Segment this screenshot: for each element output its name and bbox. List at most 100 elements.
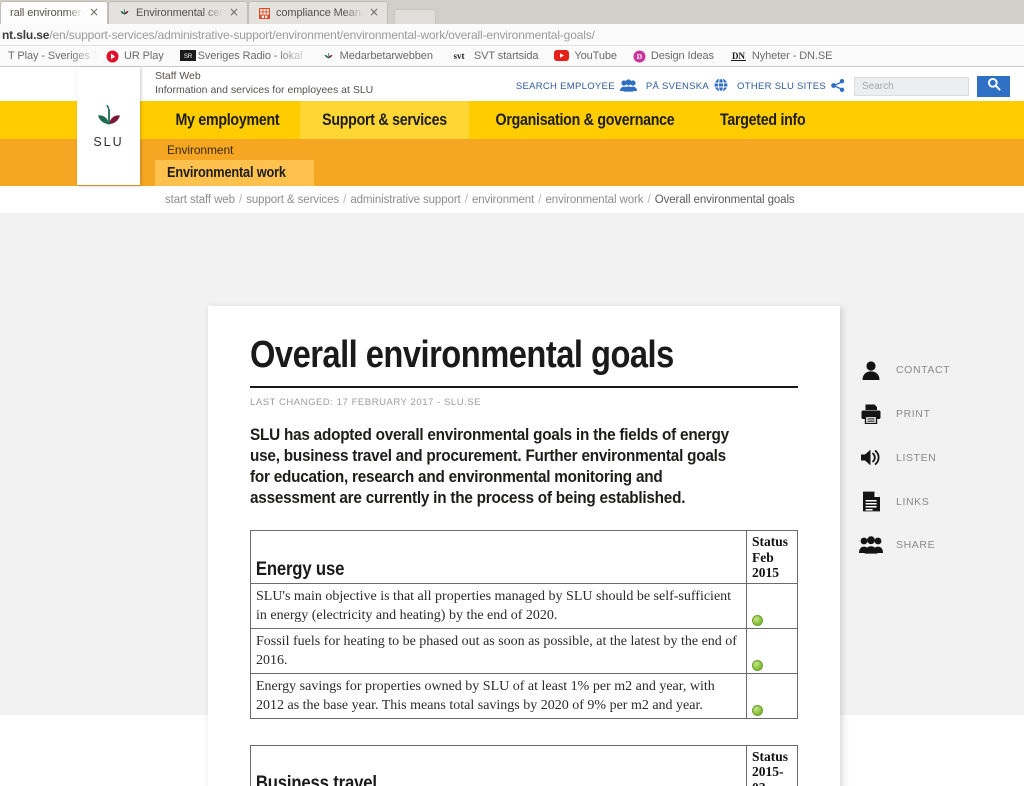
goal-description: Fossil fuels for heating to be phased ou… <box>250 627 747 674</box>
main-nav-item-organisation-governance[interactable]: Organisation & governance <box>469 101 701 139</box>
main-nav-item-my-employment[interactable]: My employment <box>155 101 300 139</box>
person-icon <box>859 360 883 380</box>
main-nav-item-support-services[interactable]: Support & services <box>299 101 469 139</box>
slu-staff-web-page: SLU Staff Web Information and services f… <box>0 67 1024 786</box>
tool-contact[interactable]: CONTACT <box>859 360 950 380</box>
sub-nav-label: Environmental work <box>167 165 286 181</box>
close-icon[interactable]: × <box>368 6 380 19</box>
tool-label: LINKS <box>896 495 930 508</box>
slu-logo[interactable]: SLU <box>77 67 140 185</box>
tool-label: PRINT <box>896 408 931 420</box>
status-cell <box>746 627 798 674</box>
browser-chrome: rall environmental go × Environmental ce… <box>0 0 1024 67</box>
staff-web-branding: Staff Web Information and services for e… <box>155 70 373 97</box>
bookmark-item[interactable]: D Design Ideas <box>625 46 722 66</box>
breadcrumb-separator: / <box>239 193 243 206</box>
main-nav-label: Support & services <box>321 110 447 129</box>
url-path: /en/support-services/administrative-supp… <box>49 27 595 42</box>
bookmark-label: Sveriges Radio - lokal <box>197 50 303 62</box>
breadcrumb-separator: / <box>343 193 347 206</box>
sub-nav-item-environment[interactable]: Environment <box>155 143 245 157</box>
bookmark-label: Design Ideas <box>650 50 714 62</box>
breadcrumb-item-environment[interactable]: environment <box>472 194 534 206</box>
breadcrumb-separator: / <box>538 193 542 206</box>
slu-leaf-icon <box>97 104 120 124</box>
article-intro: SLU has adopted overall environmental go… <box>250 425 729 507</box>
bookmarks-bar: T Play - Sveriges Te UR Play SR Sveriges… <box>0 46 1024 67</box>
tool-listen[interactable]: LISTEN <box>859 448 950 467</box>
table-row: Energy savings for properties owned by S… <box>250 672 798 719</box>
main-nav-item-targeted-info[interactable]: Targeted info <box>701 101 824 139</box>
bookmark-item[interactable]: UR Play <box>98 46 172 66</box>
table-status-header: Status 2015-02 <box>746 744 798 786</box>
slu-logo-text: SLU <box>93 134 124 149</box>
utility-nav-pa-svenska[interactable]: PÅ SVENSKA <box>646 78 728 95</box>
tool-share[interactable]: SHARE <box>859 536 950 554</box>
last-changed-text: LAST CHANGED: 17 FEBRUARY 2017 - SLU.SE <box>250 397 482 408</box>
site-topbar: Staff Web Information and services for e… <box>0 67 1024 101</box>
breadcrumb-separator: / <box>464 193 468 206</box>
slu-leaf-icon <box>118 7 131 20</box>
close-icon[interactable]: × <box>88 6 100 19</box>
svg-text:SR: SR <box>183 54 192 60</box>
main-navigation: My employment Support & services Organis… <box>0 101 1024 139</box>
utility-nav-label: SEARCH EMPLOYEE <box>515 81 615 92</box>
browser-tab-2-title: Environmental certificate <box>136 7 223 19</box>
bookmark-item[interactable]: svt SVT startsida <box>441 46 547 66</box>
url-text: nt.slu.se/en/support-services/administra… <box>2 28 595 42</box>
search-button[interactable] <box>977 76 1010 97</box>
urplay-icon <box>106 50 119 63</box>
bookmark-item[interactable]: T Play - Sveriges Te <box>0 46 104 66</box>
browser-tabstrip: rall environmental go × Environmental ce… <box>0 0 1024 24</box>
table-header-row: Business travel Status 2015-02 <box>250 744 798 786</box>
sub-nav-item-environmental-work[interactable]: Environmental work <box>155 160 314 186</box>
svt-icon: svt <box>449 50 469 63</box>
browser-address-bar[interactable]: nt.slu.se/en/support-services/administra… <box>0 24 1024 46</box>
browser-tab-3[interactable]: compliance Meaning in t × <box>248 1 388 24</box>
youtube-icon <box>554 49 570 63</box>
bookmark-item[interactable]: DN Nyheter - DN.SE <box>722 46 840 66</box>
browser-tab-2[interactable]: Environmental certificate × <box>108 1 248 24</box>
main-nav-label: Organisation & governance <box>495 110 675 129</box>
main-nav-label: Targeted info <box>719 110 806 129</box>
tool-label: CONTACT <box>896 364 951 376</box>
browser-tab-1-title: rall environmental go <box>10 7 83 19</box>
printer-icon <box>859 404 883 424</box>
browser-tab-1[interactable]: rall environmental go × <box>0 1 108 24</box>
bookmark-label: YouTube <box>574 50 617 62</box>
bookmark-item[interactable]: YouTube <box>546 46 625 66</box>
tool-label: SHARE <box>896 539 936 551</box>
bookmark-label: T Play - Sveriges Te <box>8 50 105 62</box>
tool-print[interactable]: PRINT <box>859 404 950 424</box>
tool-links[interactable]: LINKS <box>859 491 950 512</box>
utility-nav-label: PÅ SVENSKA <box>645 81 710 92</box>
status-badge <box>752 704 763 716</box>
close-icon[interactable]: × <box>228 6 240 19</box>
breadcrumb-item-administrative-support[interactable]: administrative support <box>350 194 460 206</box>
table-header-row: Energy use Status Feb 2015 <box>250 530 798 584</box>
designideas-icon: D <box>633 50 646 63</box>
status-cell <box>746 582 798 629</box>
table-section-title: Energy use <box>250 530 688 584</box>
bookmark-label: Medarbetarwebben <box>339 50 433 62</box>
status-cell <box>746 672 798 719</box>
document-icon <box>859 491 883 512</box>
bookmark-item[interactable]: SR Sveriges Radio - lokal <box>172 46 314 66</box>
tool-label: LISTEN <box>896 451 937 464</box>
breadcrumb-item-support-services[interactable]: support & services <box>246 194 339 206</box>
breadcrumb-item-environmental-work[interactable]: environmental work <box>545 194 643 206</box>
search-icon <box>987 77 1001 96</box>
utility-nav-other-slu-sites[interactable]: OTHER SLU SITES <box>737 78 845 95</box>
new-tab-button[interactable] <box>394 9 436 24</box>
table-section-title: Business travel <box>250 744 688 786</box>
article-tools-sidebar: CONTACT PRINT LISTEN LINKS SHARE <box>859 360 950 554</box>
utility-nav-search-employee[interactable]: SEARCH EMPLOYEE <box>515 78 637 95</box>
goals-table-business-travel: Business travel Status 2015-02 SLU to re… <box>250 744 798 786</box>
bookmark-item[interactable]: Medarbetarwebben <box>314 46 441 66</box>
goal-description: Energy savings for properties owned by S… <box>250 672 747 719</box>
search-input[interactable]: Search <box>854 77 969 96</box>
breadcrumb-item-start-staff-web[interactable]: start staff web <box>165 194 235 206</box>
slu-leaf-icon <box>322 50 335 63</box>
article-card: Overall environmental goals LAST CHANGED… <box>208 306 840 786</box>
breadcrumb-separator: / <box>647 193 651 206</box>
